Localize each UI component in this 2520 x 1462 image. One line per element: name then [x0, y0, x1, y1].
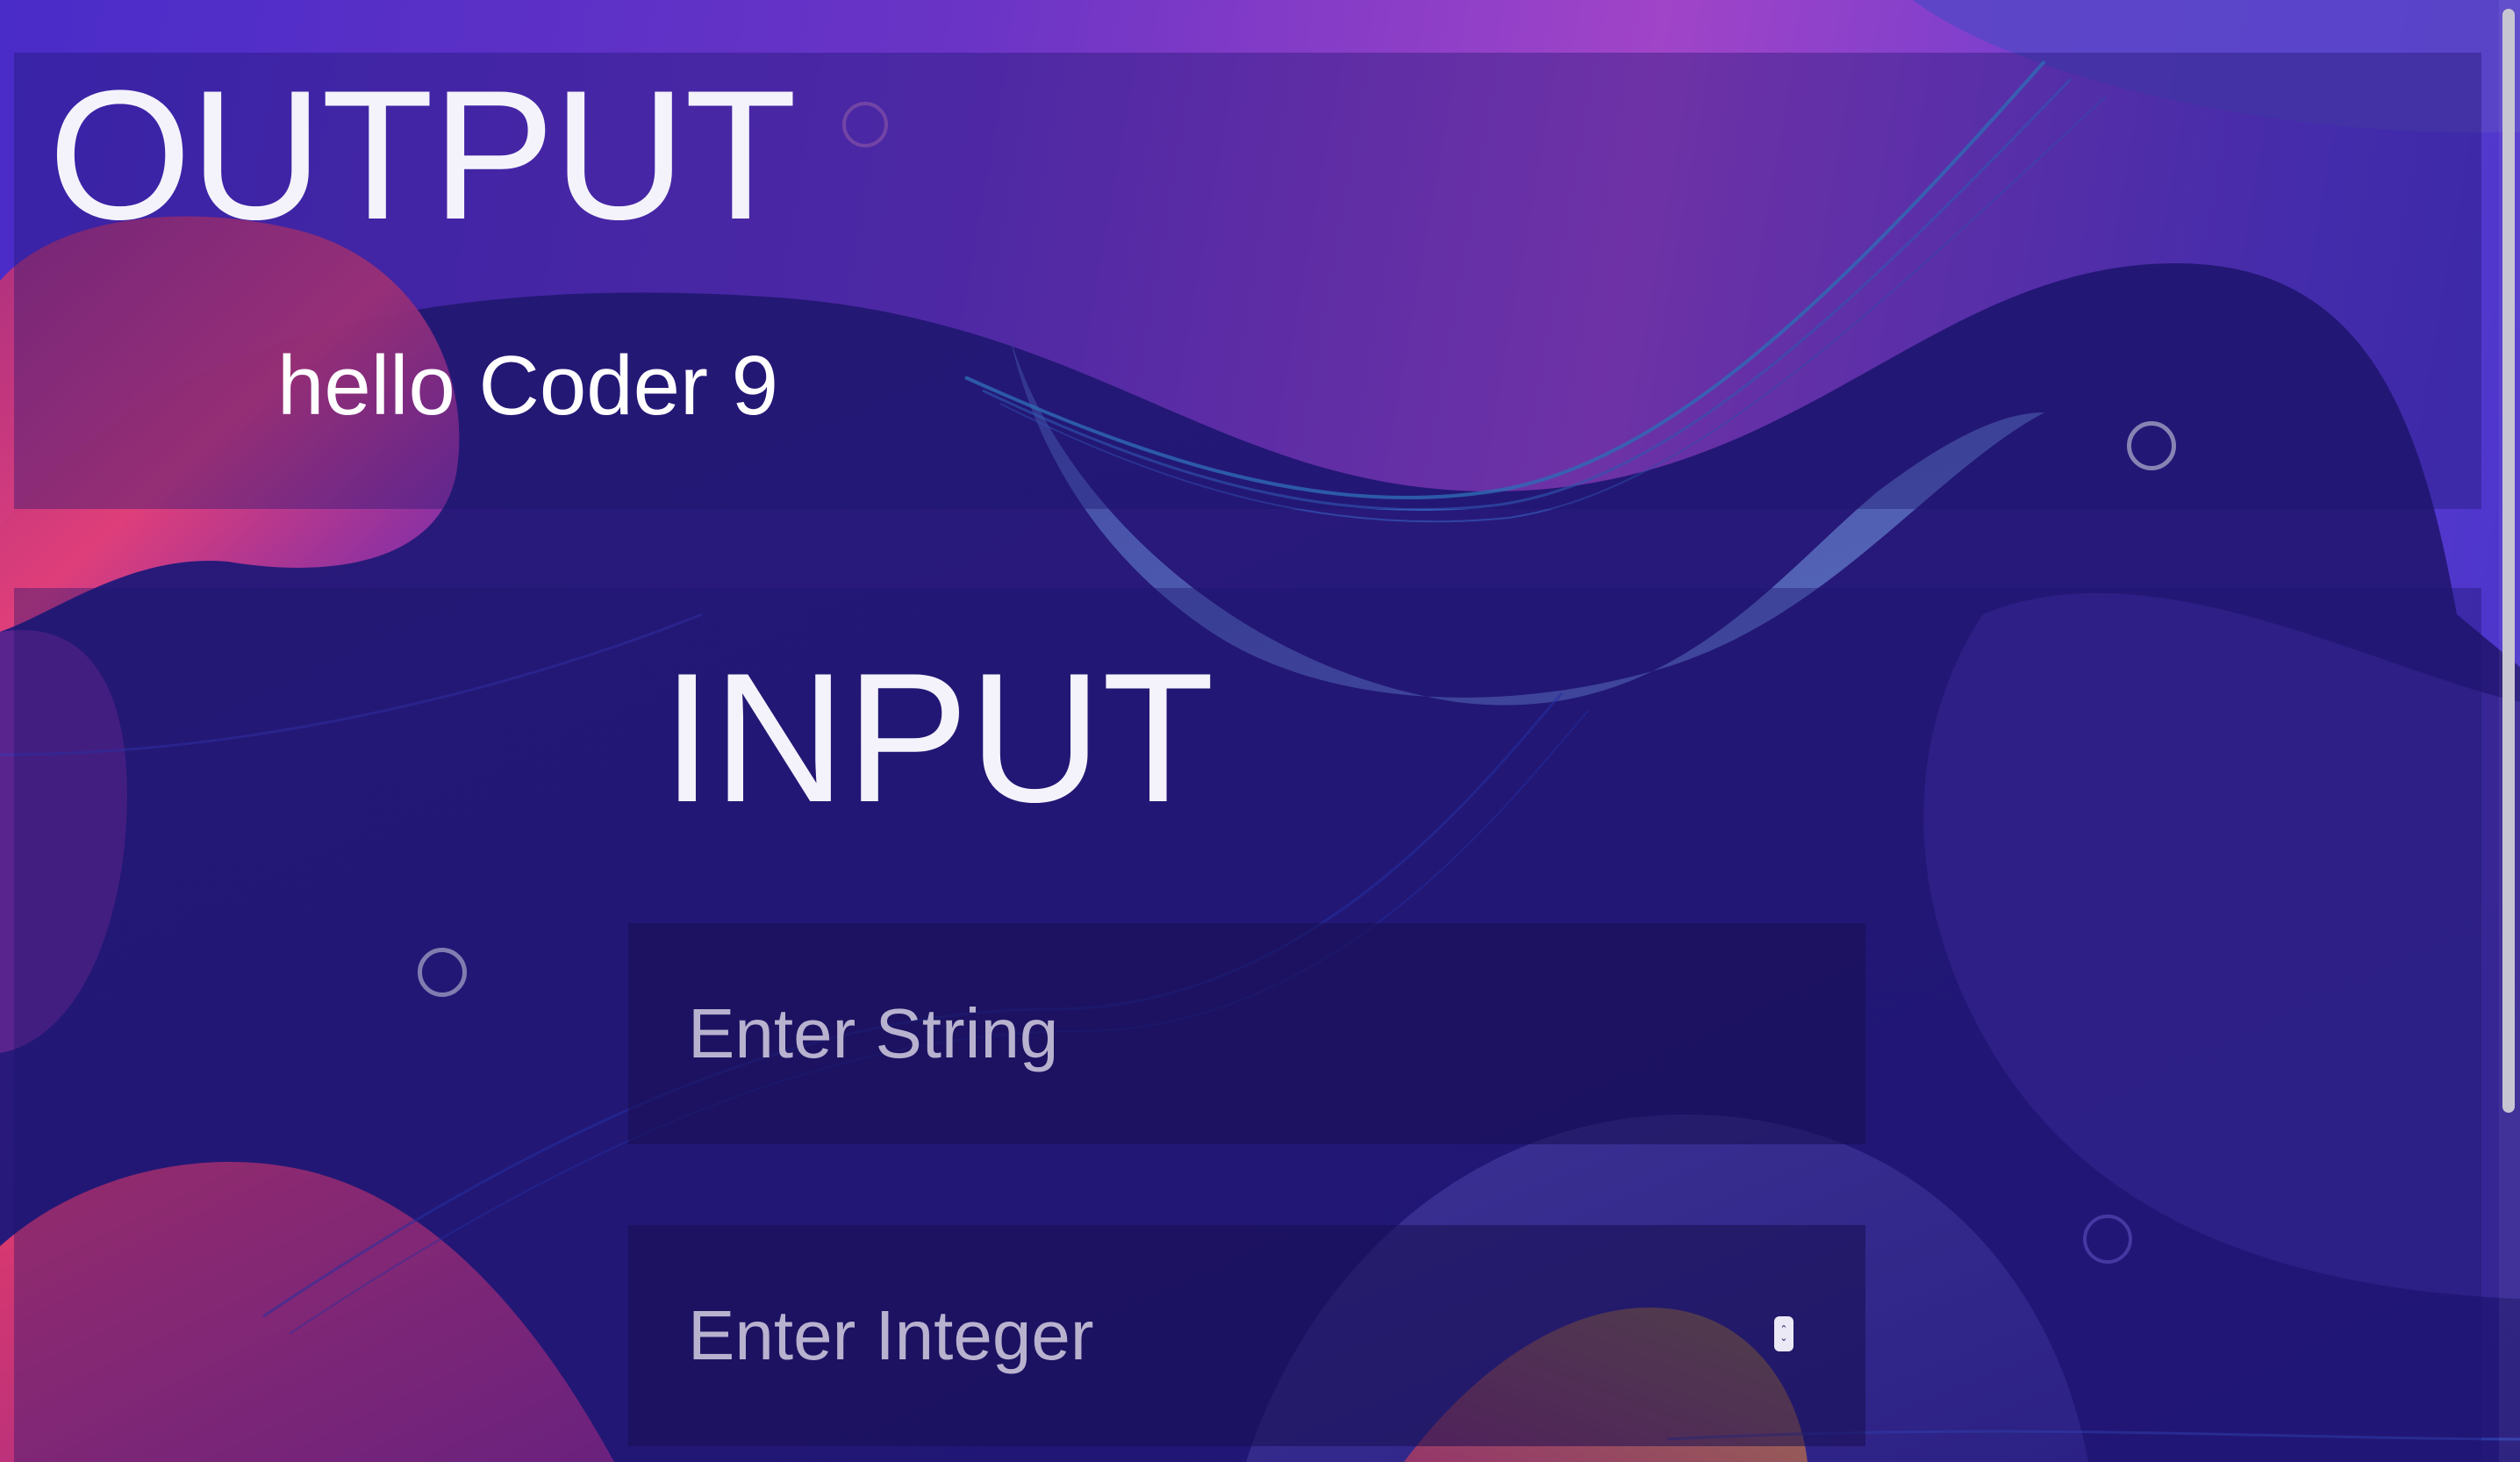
integer-input[interactable] [628, 1225, 1865, 1446]
input-title: INPUT [662, 634, 1214, 841]
page-background: OUTPUT hello Coder 9 INPUT ⌃ ⌄ [0, 0, 2520, 1462]
output-text: hello Coder 9 [277, 339, 779, 433]
scrollbar-thumb[interactable] [2502, 9, 2515, 1113]
spinner-down-icon[interactable]: ⌄ [1779, 1334, 1787, 1344]
string-input[interactable] [628, 923, 1865, 1144]
output-title: OUTPUT [48, 52, 797, 258]
number-spinner-icon[interactable]: ⌃ ⌄ [1774, 1316, 1793, 1351]
